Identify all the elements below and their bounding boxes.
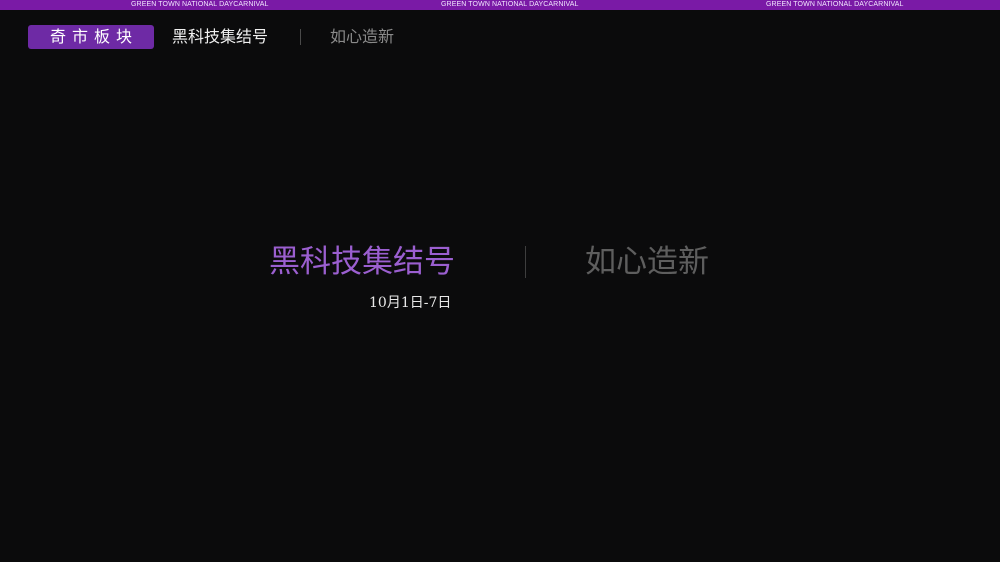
top-banner: GREEN TOWN NATIONAL DAYCARNIVAL GREEN TO… xyxy=(0,0,1000,10)
header-divider xyxy=(300,29,301,45)
header-subtitle: 如心造新 xyxy=(330,27,395,46)
header-title: 黑科技集结号 xyxy=(172,27,269,46)
section-badge: 奇市板块 xyxy=(28,25,154,49)
hero-subtitle: 如心造新 xyxy=(585,244,709,280)
banner-text: GREEN TOWN NATIONAL DAYCARNIVAL xyxy=(131,1,269,8)
hero-divider xyxy=(525,246,526,278)
banner-text: GREEN TOWN NATIONAL DAYCARNIVAL xyxy=(441,1,579,8)
hero-title: 黑科技集结号 xyxy=(269,244,455,280)
banner-text: GREEN TOWN NATIONAL DAYCARNIVAL xyxy=(766,1,904,8)
hero-date: 10月1日-7日 xyxy=(369,295,452,311)
